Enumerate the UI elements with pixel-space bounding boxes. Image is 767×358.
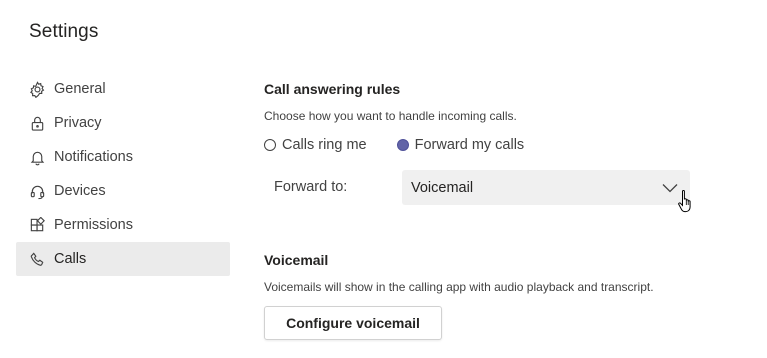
- radio-label: Calls ring me: [282, 137, 367, 153]
- call-answering-description: Choose how you want to handle incoming c…: [264, 109, 517, 123]
- sidebar-item-devices[interactable]: Devices: [16, 174, 230, 208]
- call-answering-options: Calls ring me Forward my calls: [264, 137, 554, 153]
- call-answering-title: Call answering rules: [264, 81, 401, 97]
- sidebar-item-label: Devices: [54, 183, 106, 199]
- phone-icon: [28, 250, 46, 268]
- gear-icon: [28, 80, 46, 98]
- page-title: Settings: [29, 21, 99, 42]
- sidebar-item-label: Notifications: [54, 149, 133, 165]
- apps-icon: [28, 216, 46, 234]
- sidebar-item-general[interactable]: General: [16, 72, 230, 106]
- voicemail-description: Voicemails will show in the calling app …: [264, 280, 654, 294]
- voicemail-title: Voicemail: [264, 252, 329, 268]
- sidebar-item-privacy[interactable]: Privacy: [16, 106, 230, 140]
- sidebar-item-label: Calls: [54, 251, 87, 267]
- forward-to-label: Forward to:: [274, 179, 348, 195]
- sidebar-item-label: Permissions: [54, 217, 133, 233]
- forward-to-value: Voicemail: [411, 179, 474, 196]
- chevron-down-icon: [662, 181, 678, 197]
- radio-label: Forward my calls: [414, 137, 525, 153]
- radio-forward-my-calls[interactable]: Forward my calls: [396, 137, 525, 153]
- sidebar-item-calls[interactable]: Calls: [16, 242, 230, 276]
- headset-icon: [28, 182, 46, 200]
- radio-calls-ring-me[interactable]: Calls ring me: [264, 137, 367, 153]
- radio-unchecked-icon: [264, 139, 276, 151]
- radio-checked-icon: [396, 139, 409, 151]
- sidebar-item-label: General: [54, 81, 106, 97]
- sidebar-item-permissions[interactable]: Permissions: [16, 208, 230, 242]
- configure-voicemail-button[interactable]: Configure voicemail: [264, 306, 442, 340]
- sidebar-item-notifications[interactable]: Notifications: [16, 140, 230, 174]
- bell-icon: [28, 148, 46, 166]
- lock-icon: [28, 114, 46, 132]
- forward-to-dropdown[interactable]: Voicemail: [402, 170, 690, 205]
- settings-sidebar: General Privacy Notifications Devices Pe…: [16, 72, 230, 276]
- sidebar-item-label: Privacy: [54, 115, 102, 131]
- hand-pointer-icon: [677, 189, 695, 220]
